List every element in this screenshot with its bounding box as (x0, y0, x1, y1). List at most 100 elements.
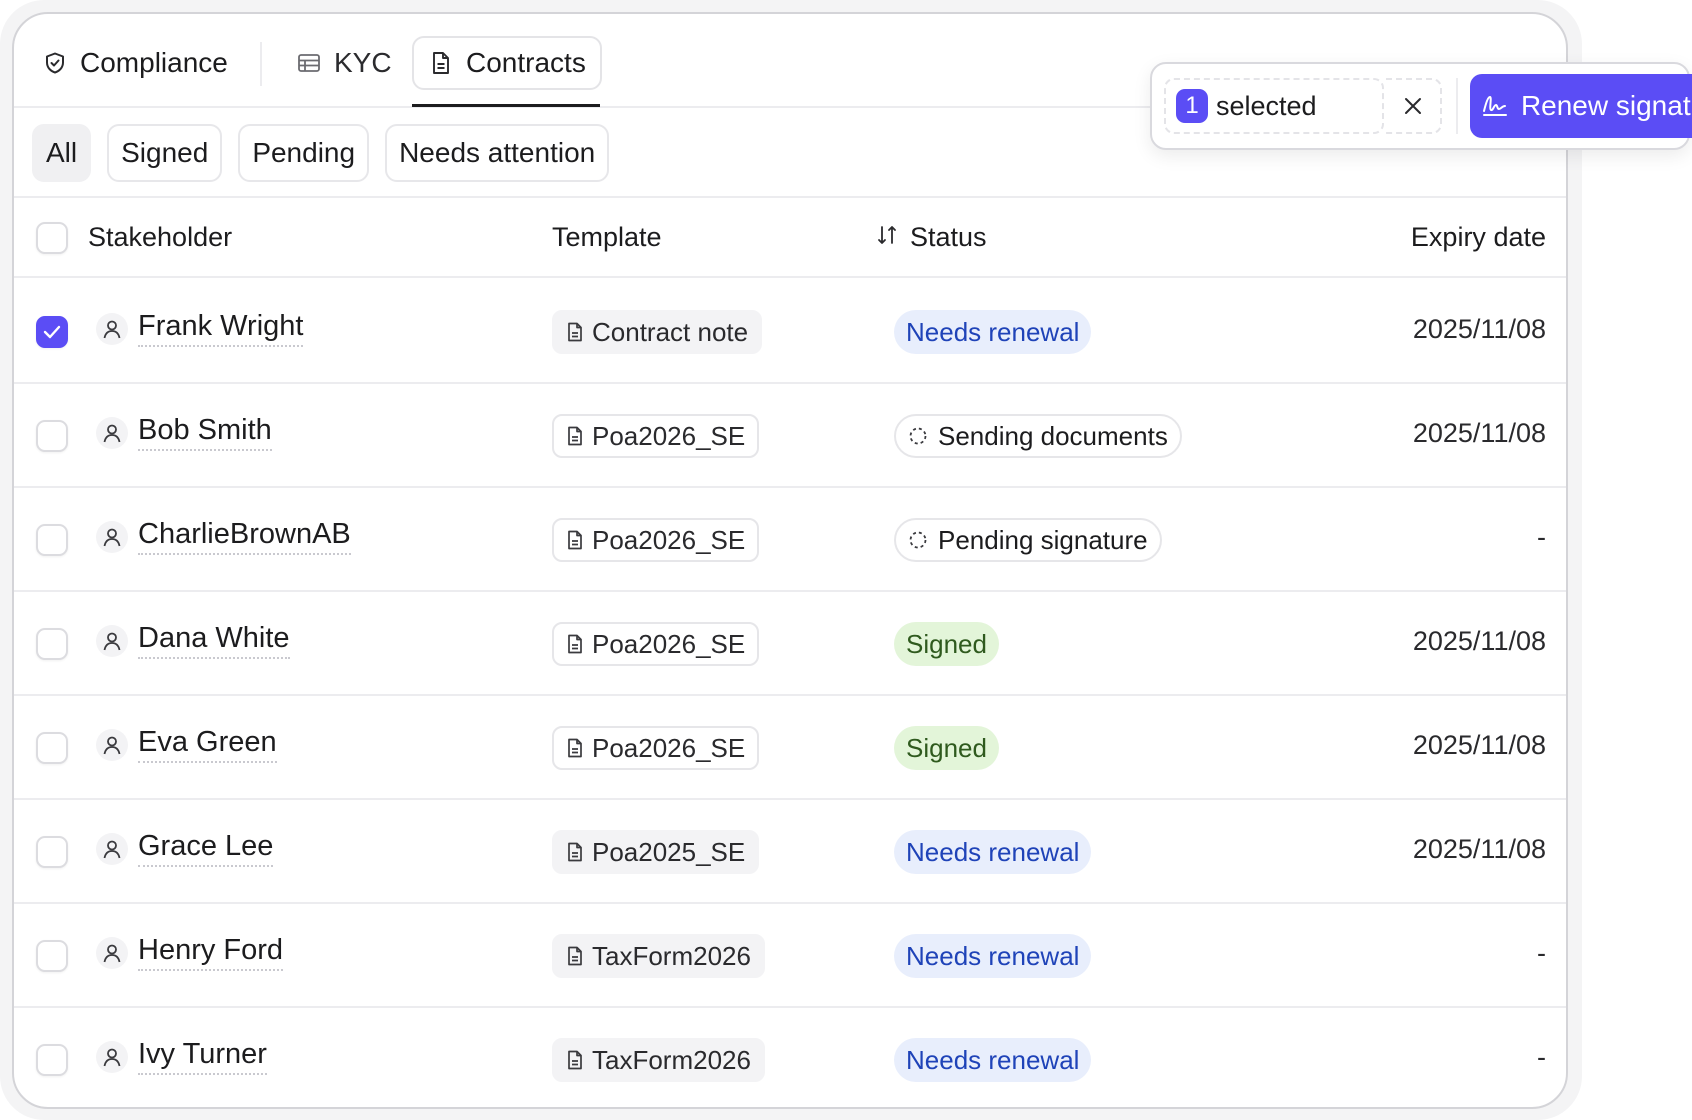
renew-signature-label: Renew signature (1520, 90, 1692, 121)
row-checkbox[interactable] (36, 316, 68, 348)
status-badge: Needs renewal (894, 830, 1092, 874)
selection-count-badge: 1 (1176, 89, 1208, 123)
document-icon (566, 842, 584, 862)
stakeholder-name-link[interactable]: Eva Green (138, 726, 277, 763)
select-all-checkbox[interactable] (36, 222, 68, 254)
row-checkbox[interactable] (36, 420, 68, 452)
document-icon (566, 530, 584, 550)
active-tab-indicator (412, 104, 600, 107)
filter-signed[interactable]: Signed (107, 124, 223, 182)
status-badge: Signed (894, 622, 999, 666)
status-badge: Pending signature (894, 518, 1162, 562)
filter-pending[interactable]: Pending (238, 124, 370, 182)
person-icon (96, 624, 128, 657)
header-status[interactable]: Status (876, 222, 987, 253)
row-checkbox[interactable] (36, 628, 68, 660)
stakeholder-name-link[interactable]: CharlieBrownAB (138, 518, 351, 555)
filter-all[interactable]: All (32, 124, 92, 182)
stakeholder-name-link[interactable]: Frank Wright (138, 310, 304, 347)
selection-toolbar: 1 selected Renew signature (1150, 62, 1692, 150)
table-header: Stakeholder Template Status Expiry date (14, 198, 1566, 278)
tab-compliance-label: Compliance (80, 47, 228, 78)
status-label: Needs renewal (906, 316, 1080, 347)
stakeholder-name-link[interactable]: Grace Lee (138, 830, 274, 867)
filter-needs-attention[interactable]: Needs attention (385, 124, 610, 182)
row-checkbox[interactable] (36, 732, 68, 764)
person-icon (96, 520, 128, 553)
stakeholder-name-link[interactable]: Henry Ford (138, 934, 284, 971)
pending-circle-icon (908, 530, 928, 550)
person-icon (96, 936, 128, 969)
row-checkbox[interactable] (36, 524, 68, 556)
stakeholder-cell: CharlieBrownAB (96, 518, 351, 555)
document-icon (566, 738, 584, 758)
stakeholder-name-link[interactable]: Bob Smith (138, 414, 272, 451)
sort-icon[interactable] (876, 222, 898, 253)
toolbar-divider (1456, 78, 1458, 134)
table-icon (296, 50, 322, 76)
template-name: Contract note (592, 316, 749, 347)
row-checkbox[interactable] (36, 940, 68, 972)
expiry-date: 2025/11/08 (1412, 730, 1546, 760)
expiry-date: 2025/11/08 (1412, 418, 1546, 448)
table-row[interactable]: Henry Ford TaxForm2026 Needs renewal - (14, 904, 1566, 1008)
tab-contracts[interactable]: Contracts (412, 36, 602, 90)
person-icon (96, 832, 128, 865)
person-icon (96, 1040, 128, 1073)
template-tag[interactable]: Poa2026_SE (552, 518, 760, 562)
table-row[interactable]: Dana White Poa2026_SE Signed 2025/11/08 (14, 592, 1566, 696)
header-template-label: Template (552, 222, 662, 252)
close-icon (1405, 98, 1421, 114)
table-row[interactable]: CharlieBrownAB Poa2026_SE Pending signatur… (14, 488, 1566, 592)
stakeholder-cell: Ivy Turner (96, 1038, 267, 1075)
header-template[interactable]: Template (552, 222, 662, 253)
document-icon (566, 634, 584, 654)
document-icon (428, 50, 454, 76)
table-row[interactable]: Grace Lee Poa2025_SE Needs renewal 2025/11/… (14, 800, 1566, 904)
table-row[interactable]: Bob Smith Poa2026_SE Sending documents 2025… (14, 384, 1566, 488)
status-badge: Sending documents (894, 414, 1182, 458)
status-label: Signed (906, 628, 987, 659)
tab-compliance[interactable]: Compliance (42, 36, 228, 90)
row-checkbox[interactable] (36, 836, 68, 868)
document-icon (566, 322, 584, 342)
header-status-label: Status (910, 222, 987, 252)
table-row[interactable]: Ivy Turner TaxForm2026 Needs renewal - (14, 1008, 1566, 1107)
header-stakeholder[interactable]: Stakeholder (88, 222, 232, 253)
tab-kyc[interactable]: KYC (296, 36, 392, 90)
row-checkbox[interactable] (36, 1044, 68, 1076)
person-icon (96, 728, 128, 761)
app-frame: Compliance KYC Contracts All Signed Pend… (12, 12, 1568, 1109)
stakeholder-cell: Dana White (96, 622, 290, 659)
stakeholder-name-link[interactable]: Ivy Turner (138, 1038, 267, 1075)
table-row[interactable]: Eva Green Poa2026_SE Signed 2025/11/08 (14, 696, 1566, 800)
stakeholder-cell: Grace Lee (96, 830, 274, 867)
filter-chips: All Signed Pending Needs attention (32, 124, 610, 184)
person-icon (96, 416, 128, 449)
tab-kyc-label: KYC (334, 47, 392, 78)
template-tag[interactable]: Poa2026_SE (552, 622, 760, 666)
header-stakeholder-label: Stakeholder (88, 222, 233, 252)
stakeholder-cell: Eva Green (96, 726, 277, 763)
selection-label: selected (1216, 90, 1317, 121)
template-tag[interactable]: TaxForm2026 (552, 934, 765, 978)
stakeholder-name-link[interactable]: Dana White (138, 622, 290, 659)
header-expiry[interactable]: Expiry date (1411, 222, 1546, 253)
expiry-date: 2025/11/08 (1412, 626, 1546, 656)
template-tag[interactable]: TaxForm2026 (552, 1038, 765, 1082)
clear-selection-button[interactable] (1386, 78, 1442, 134)
status-label: Needs renewal (906, 836, 1080, 867)
status-badge: Needs renewal (894, 310, 1092, 354)
template-name: Poa2026_SE (592, 732, 746, 763)
template-tag[interactable]: Poa2026_SE (552, 414, 760, 458)
template-tag[interactable]: Poa2026_SE (552, 726, 760, 770)
template-name: TaxForm2026 (592, 940, 751, 971)
header-expiry-label: Expiry date (1410, 222, 1546, 252)
table-row[interactable]: Frank Wright Contract note Needs renewal 20… (14, 280, 1566, 384)
expiry-date: - (1537, 1042, 1546, 1072)
template-tag[interactable]: Poa2025_SE (552, 830, 760, 874)
status-label: Sending documents (938, 420, 1168, 451)
selection-count-box: 1 selected (1164, 78, 1384, 134)
renew-signature-button[interactable]: Renew signature (1470, 74, 1692, 138)
template-tag[interactable]: Contract note (552, 310, 763, 354)
